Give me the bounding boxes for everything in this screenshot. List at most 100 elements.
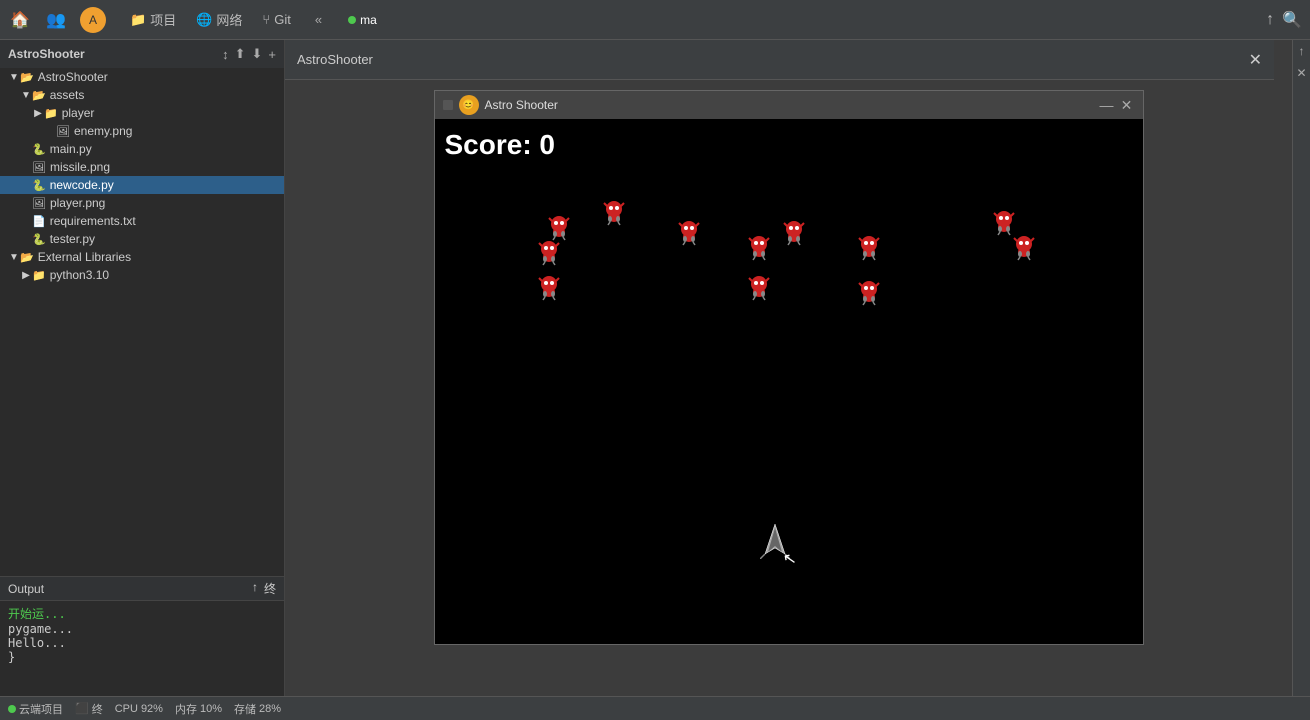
- online-dot: [8, 705, 16, 713]
- expand-icon[interactable]: ↕: [222, 47, 229, 62]
- tree-toggle[interactable]: ▶: [20, 270, 32, 281]
- game-titlebar: 😊 Astro Shooter — ✕: [435, 91, 1143, 119]
- avatar-text: A: [89, 13, 97, 27]
- sidebar-header: AstroShooter ↕ ⬆ ⬇ +: [0, 40, 284, 68]
- download-icon[interactable]: ⬇: [252, 46, 263, 62]
- tree-item-player-folder[interactable]: ▶ 📁 player: [0, 104, 284, 122]
- mem-value: 10%: [200, 703, 222, 715]
- upload-icon[interactable]: ⬆: [235, 46, 246, 62]
- terminal-icon: ⬛: [75, 702, 89, 715]
- scroll-up-icon[interactable]: ↑: [1266, 11, 1274, 29]
- disk-value: 28%: [259, 703, 281, 715]
- output-title: Output: [8, 582, 44, 596]
- home-icon[interactable]: 🏠: [8, 8, 32, 32]
- game-content[interactable]: Score: 0: [435, 119, 1143, 644]
- mem-status: 内存 10%: [175, 701, 222, 717]
- enemy: [535, 239, 563, 272]
- top-bar-nav: 📁 项目 🌐 网络 ⑂ Git: [122, 6, 299, 33]
- output-end-label[interactable]: 终: [264, 580, 276, 597]
- folder-icon: 📁: [44, 107, 58, 120]
- tree-toggle[interactable]: ▼: [8, 72, 20, 83]
- nav-item-network[interactable]: 🌐 网络: [188, 6, 250, 33]
- right-panel-close-icon[interactable]: ✕: [1296, 66, 1306, 80]
- close-game-icon[interactable]: ✕: [1249, 50, 1262, 70]
- tree-item-enemy[interactable]: 🖼 enemy.png: [0, 122, 284, 140]
- tab-bar: ma: [338, 9, 387, 31]
- minimize-button[interactable]: —: [1099, 97, 1115, 113]
- people-icon[interactable]: 👥: [44, 8, 68, 32]
- image-icon: 🖼: [56, 125, 70, 138]
- tree-item-player-png[interactable]: 🖼 player.png: [0, 194, 284, 212]
- right-panel-up-icon[interactable]: ↑: [1299, 44, 1305, 58]
- game-titlebar-left: 😊 Astro Shooter: [443, 95, 558, 115]
- output-line-4: }: [8, 650, 276, 664]
- tab-dot: [348, 16, 356, 24]
- network-icon: 🌐: [196, 12, 212, 28]
- folder-icon: 📂: [20, 251, 34, 264]
- game-area-header: AstroShooter ✕: [285, 40, 1274, 80]
- enemy: [675, 219, 703, 252]
- txt-icon: 📄: [32, 215, 46, 228]
- project-icon: 📁: [130, 12, 146, 28]
- py-icon: 🐍: [32, 143, 46, 156]
- output-panel: Output ↑ 终 开始运... pygame... Hello... }: [0, 576, 284, 696]
- folder-icon: 📁: [32, 269, 46, 282]
- image-icon: 🖼: [32, 161, 46, 174]
- tree-toggle[interactable]: ▼: [8, 252, 20, 263]
- game-titlebar-controls: — ✕: [1099, 97, 1135, 114]
- output-line-1: 开始运...: [8, 605, 276, 622]
- tree-item-astroshooter[interactable]: ▼ 📂 AstroShooter: [0, 68, 284, 86]
- output-content: 开始运... pygame... Hello... }: [0, 601, 284, 696]
- output-controls: ↑ 终: [252, 580, 276, 597]
- search-icon[interactable]: 🔍: [1282, 10, 1302, 30]
- avatar[interactable]: A: [80, 7, 106, 33]
- tree-item-python310[interactable]: ▶ 📁 python3.10: [0, 266, 284, 284]
- tree-item-missile[interactable]: 🖼 missile.png: [0, 158, 284, 176]
- folder-icon: 📂: [20, 71, 34, 84]
- enemy: [745, 234, 773, 267]
- output-line-2: pygame...: [8, 622, 276, 636]
- cpu-label: CPU: [115, 703, 138, 715]
- top-bar-right: ↑ 🔍: [1266, 10, 1302, 30]
- add-file-icon[interactable]: +: [268, 47, 276, 62]
- game-window: 😊 Astro Shooter — ✕ Score: 0: [434, 90, 1144, 645]
- tree-item-main-py[interactable]: 🐍 main.py: [0, 140, 284, 158]
- tree-item-newcode-py[interactable]: 🐍 newcode.py: [0, 176, 284, 194]
- nav-item-git[interactable]: ⑂ Git: [254, 8, 298, 31]
- cpu-status: CPU 92%: [115, 703, 163, 715]
- tree-toggle[interactable]: ▶: [32, 108, 44, 119]
- terminal-icon-item[interactable]: ⬛ 终: [75, 701, 103, 717]
- output-up-icon[interactable]: ↑: [252, 580, 258, 597]
- game-area-title: AstroShooter: [297, 52, 373, 67]
- enemy: [855, 234, 883, 267]
- game-icon: 😊: [459, 95, 479, 115]
- enemy: [1010, 234, 1038, 267]
- game-titlebar-dot: [443, 100, 453, 110]
- center-area: AstroShooter ✕ 😊 Astro Shooter — ✕ Score…: [285, 40, 1292, 696]
- cursor-icon: ↖: [781, 548, 798, 570]
- cloud-label: 云端项目: [19, 701, 63, 717]
- tree-item-requirements[interactable]: 📄 requirements.txt: [0, 212, 284, 230]
- right-panel: ↑ ✕: [1292, 40, 1310, 696]
- nav-item-project[interactable]: 📁 项目: [122, 6, 184, 33]
- close-button[interactable]: ✕: [1119, 97, 1135, 114]
- mem-label: 内存: [175, 701, 197, 717]
- output-header: Output ↑ 终: [0, 577, 284, 601]
- enemy: [855, 279, 883, 312]
- tree-item-tester[interactable]: 🐍 tester.py: [0, 230, 284, 248]
- game-title: Astro Shooter: [485, 98, 558, 112]
- cloud-status[interactable]: 云端项目: [8, 701, 63, 717]
- game-score: Score: 0: [445, 129, 556, 161]
- top-bar-icons: 🏠 👥 A: [8, 7, 106, 33]
- py-icon: 🐍: [32, 179, 46, 192]
- tree-item-external-libs[interactable]: ▼ 📂 External Libraries: [0, 248, 284, 266]
- top-bar: 🏠 👥 A 📁 项目 🌐 网络 ⑂ Git « ma ↑ 🔍: [0, 0, 1310, 40]
- sidebar: AstroShooter ↕ ⬆ ⬇ + ▼ 📂 AstroShooter ▼ …: [0, 40, 285, 696]
- tree-item-assets[interactable]: ▼ 📂 assets: [0, 86, 284, 104]
- sidebar-header-icons: ↕ ⬆ ⬇ +: [222, 46, 276, 62]
- disk-status: 存储 28%: [234, 701, 281, 717]
- sidebar-title: AstroShooter: [8, 47, 85, 61]
- tree-toggle[interactable]: ▼: [20, 90, 32, 101]
- collapse-button[interactable]: «: [315, 12, 322, 27]
- tab-main[interactable]: ma: [338, 9, 387, 31]
